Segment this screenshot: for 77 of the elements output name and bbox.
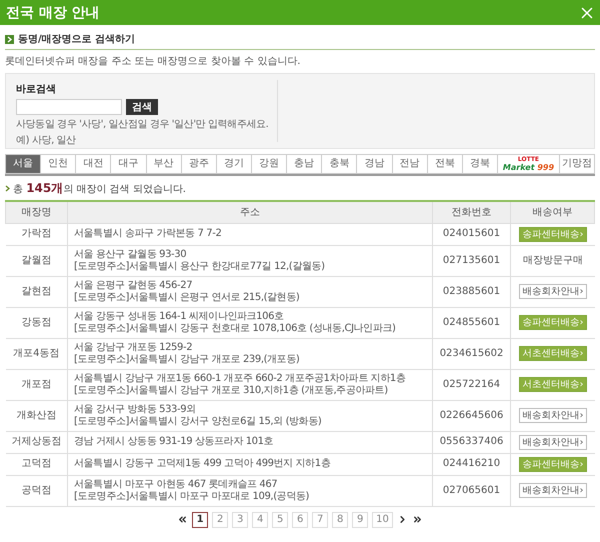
address-cell: 서울 강남구 개포동 1259-2 [도로명주소]서울특별시 강남구 개포로 239,(개포동) bbox=[68, 338, 432, 369]
store-name-cell: 개포4동점 bbox=[6, 338, 68, 369]
column-header: 주소 bbox=[68, 201, 432, 223]
phone-cell: 027135601 bbox=[432, 245, 510, 276]
page-button[interactable]: 3 bbox=[232, 512, 248, 528]
last-page-button[interactable] bbox=[412, 514, 423, 525]
store-name-cell: 강동점 bbox=[6, 307, 68, 338]
region-tab[interactable]: 서울 bbox=[5, 154, 42, 174]
region-tab[interactable]: 강원 bbox=[252, 154, 288, 174]
phone-cell: 0234615602 bbox=[432, 338, 510, 369]
store-name-cell: 개포점 bbox=[6, 369, 68, 400]
window-title: 전국 매장 안내 bbox=[6, 4, 100, 22]
region-tab[interactable]: 전남 bbox=[392, 154, 428, 174]
delivery-button[interactable]: 배송회차안내› bbox=[518, 284, 587, 299]
page-button[interactable]: 10 bbox=[372, 512, 393, 528]
page-button[interactable]: 4 bbox=[252, 512, 268, 528]
store-name-cell: 개화산점 bbox=[6, 400, 68, 431]
column-header: 매장명 bbox=[6, 201, 68, 223]
address-cell: 서울 용산구 갈월동 93-30 [도로명주소]서울특별시 용산구 한강대로77길 12,(갈월동) bbox=[68, 245, 432, 276]
page-button[interactable]: 9 bbox=[352, 512, 368, 528]
address-cell: 서울특별시 강남구 개포1동 660-1 개포주 660-2 개포주공1차아파트 지하1층 [도로명주소]서울특별시 강남구 개포로 310,지하1층 (개포동,주공아파트) bbox=[68, 369, 432, 400]
page-button[interactable]: 7 bbox=[312, 512, 328, 528]
store-name-cell: 고덕점 bbox=[6, 453, 68, 475]
section-title: 동명/매장명으로 검색하기 bbox=[18, 33, 136, 46]
region-tab[interactable]: 경북 bbox=[462, 154, 498, 174]
phone-cell: 025722164 bbox=[432, 369, 510, 400]
chevron-icon bbox=[5, 185, 10, 192]
phone-cell: 023885601 bbox=[432, 276, 510, 307]
region-tab[interactable]: 경남 bbox=[357, 154, 393, 174]
store-name-cell: 공덕점 bbox=[6, 475, 68, 506]
region-tab[interactable]: 대전 bbox=[76, 154, 112, 174]
address-cell: 서울특별시 송파구 가락본동 7 7-2 bbox=[68, 223, 432, 245]
phone-cell: 024416210 bbox=[432, 453, 510, 475]
phone-cell: 027065601 bbox=[432, 475, 510, 506]
page-button[interactable]: 6 bbox=[292, 512, 308, 528]
search-label: 바로검색 bbox=[16, 83, 57, 96]
region-tab[interactable]: 부산 bbox=[146, 154, 182, 174]
page-button[interactable]: 8 bbox=[332, 512, 348, 528]
column-header: 배송여부 bbox=[510, 201, 594, 223]
store-name-cell: 갈월점 bbox=[6, 245, 68, 276]
region-tab[interactable]: 충북 bbox=[322, 154, 358, 174]
column-header: 전화번호 bbox=[432, 201, 510, 223]
section-description: 롯데인터넷슈퍼 매장을 주소 또는 매장명으로 찾아볼 수 있습니다. bbox=[5, 55, 302, 68]
address-cell: 서울 강서구 방화동 533-9외 [도로명주소]서울특별시 강서구 양천로6길 15,외 (방화동) bbox=[68, 400, 432, 431]
phone-cell: 024015601 bbox=[432, 223, 510, 245]
result-count: 총 145개의 매장이 검색 되었습니다. bbox=[13, 180, 186, 197]
arrow-square-icon bbox=[5, 34, 14, 44]
search-field[interactable] bbox=[16, 99, 122, 115]
first-page-button[interactable] bbox=[177, 514, 188, 525]
phone-cell: 0556337406 bbox=[432, 431, 510, 453]
region-tab[interactable]: 전북 bbox=[428, 154, 463, 174]
address-cell: 서울 강동구 성내동 164-1 씨제이나인파크106호 [도로명주소]서울특별시 강동구 천호대로 1078,106호 (성내동,CJ나인파크) bbox=[68, 307, 432, 338]
page-button[interactable]: 5 bbox=[272, 512, 288, 528]
region-tab[interactable]: 경기 bbox=[216, 154, 252, 174]
address-cell: 경남 거제시 상동동 931-19 상동프라자 101호 bbox=[68, 431, 432, 453]
phone-cell: 024855601 bbox=[432, 307, 510, 338]
delivery-button[interactable]: 배송회차안내› bbox=[518, 483, 587, 498]
region-tab[interactable]: 충남 bbox=[287, 154, 322, 174]
search-hint: 사당동일 경우 '사당', 일산점일 경우 '일산'만 입력해주세요. bbox=[16, 118, 267, 131]
store-name-cell: 거제상동점 bbox=[6, 431, 68, 453]
search-button[interactable]: 검색 bbox=[126, 99, 158, 115]
page-button[interactable]: 2 bbox=[212, 512, 228, 528]
address-cell: 서울 은평구 갈현동 456-27 [도로명주소]서울특별시 은평구 연서로 215,(갈현동) bbox=[68, 276, 432, 307]
address-cell: 서울특별시 강동구 고덕제1동 499 고덕아 499번지 지하1층 bbox=[68, 453, 432, 475]
phone-cell: 0226645606 bbox=[432, 400, 510, 431]
delivery-text: 매장방문구매 bbox=[522, 254, 583, 266]
delivery-button[interactable]: 배송회차안내› bbox=[518, 434, 587, 450]
page-button[interactable]: 1 bbox=[192, 512, 208, 528]
region-tab[interactable]: 광주 bbox=[182, 154, 217, 174]
delivery-button[interactable]: 배송회차안내› bbox=[518, 408, 587, 423]
address-cell: 서울특별시 마포구 아현동 467 롯데캐슬프 467 [도로명주소]서울특별시 마포구 마포대로 109,(공덕동) bbox=[68, 475, 432, 506]
region-tab[interactable]: 대구 bbox=[111, 154, 147, 174]
store-name-cell: 갈현점 bbox=[6, 276, 68, 307]
region-tab[interactable]: 기망점 bbox=[560, 154, 596, 174]
search-hint: 예) 사당, 일산 bbox=[16, 134, 77, 147]
region-tab[interactable]: 인천 bbox=[41, 154, 76, 174]
store-name-cell: 가락점 bbox=[6, 223, 68, 245]
